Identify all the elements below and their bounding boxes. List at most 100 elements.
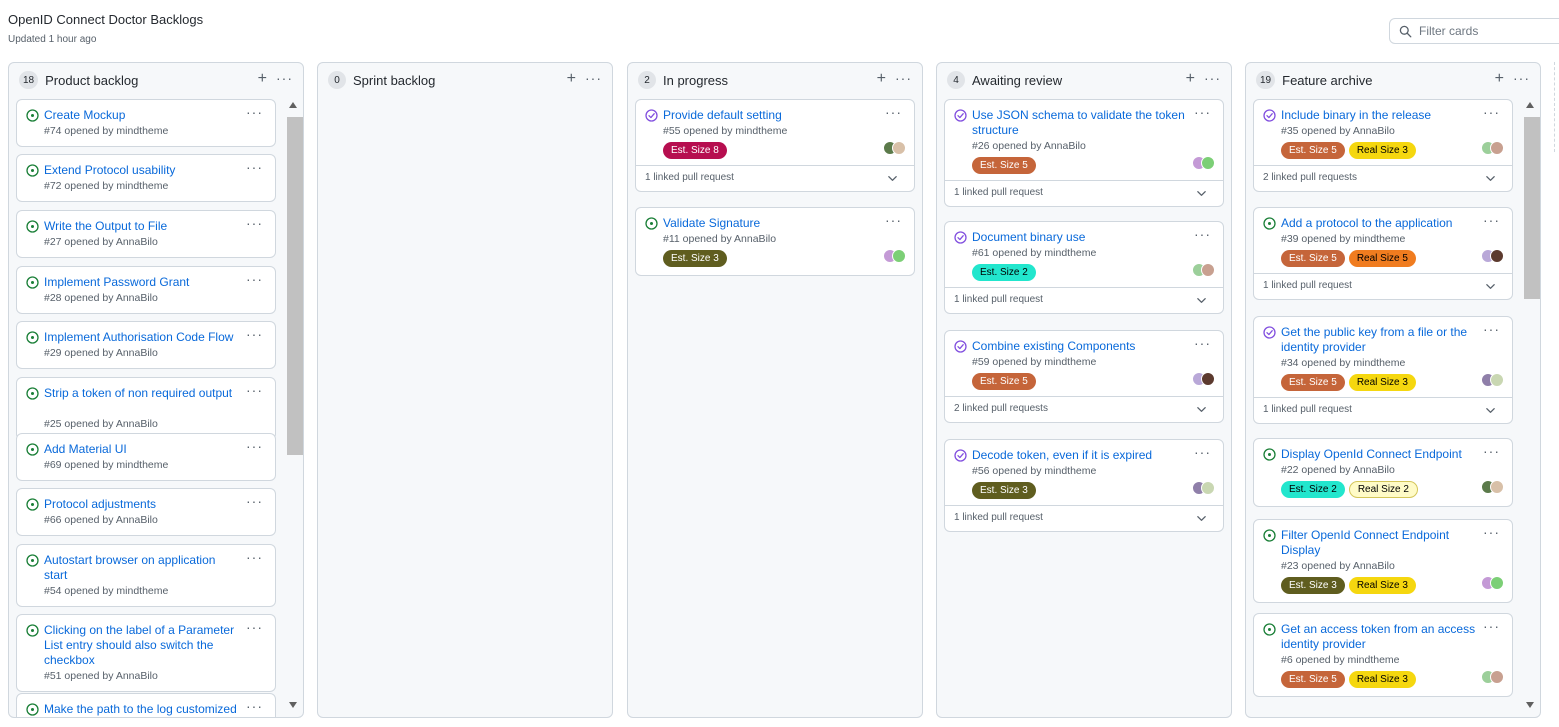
issue-title-link[interactable]: Provide default setting xyxy=(663,108,880,123)
issue-title-link[interactable]: Add Material UI xyxy=(44,442,241,457)
issue-title-link[interactable]: Decode token, even if it is expired xyxy=(972,448,1189,463)
card-menu-button[interactable]: ··· xyxy=(246,493,263,509)
card-menu-button[interactable]: ··· xyxy=(1194,226,1211,242)
issue-label[interactable]: Est. Size 3 xyxy=(663,250,727,267)
issue-label[interactable]: Est. Size 2 xyxy=(1281,481,1345,498)
issue-title-link[interactable]: Implement Password Grant xyxy=(44,275,241,290)
issue-card[interactable]: Display OpenId Connect Endpoint ··· #22 op… xyxy=(1253,438,1513,507)
add-card-button[interactable]: + xyxy=(1495,70,1504,88)
add-card-button[interactable]: + xyxy=(877,70,886,88)
assignee-avatars[interactable] xyxy=(1481,576,1504,590)
issue-title-link[interactable]: Get an access token from an access ident… xyxy=(1281,622,1478,652)
issue-title-link[interactable]: Protocol adjustments xyxy=(44,497,241,512)
issue-card[interactable]: Document binary use ··· #61 opened by mind… xyxy=(944,221,1224,314)
issue-title-link[interactable]: Clicking on the label of a Parameter Lis… xyxy=(44,623,241,668)
scroll-down-arrow-icon[interactable] xyxy=(288,701,298,709)
issue-card[interactable]: Write the Output to File ··· #27 opened by… xyxy=(16,210,276,258)
issue-label[interactable]: Est. Size 5 xyxy=(972,373,1036,390)
issue-title-link[interactable]: Get the public key from a file or the id… xyxy=(1281,325,1478,355)
issue-label[interactable]: Est. Size 5 xyxy=(1281,250,1345,267)
issue-card[interactable]: Implement Password Grant ··· #28 opened by… xyxy=(16,266,276,314)
card-menu-button[interactable]: ··· xyxy=(885,104,902,120)
card-menu-button[interactable]: ··· xyxy=(246,549,263,565)
add-card-button[interactable]: + xyxy=(567,70,576,88)
issue-card[interactable]: Combine existing Components ··· #59 opened… xyxy=(944,330,1224,423)
issue-title-link[interactable]: Validate Signature xyxy=(663,216,880,231)
issue-title-link[interactable]: Autostart browser on application start xyxy=(44,553,241,583)
issue-label[interactable]: Real Size 3 xyxy=(1348,142,1416,159)
assignee-avatars[interactable] xyxy=(1192,481,1215,495)
card-menu-button[interactable]: ··· xyxy=(1483,212,1500,228)
linked-pull-requests[interactable]: 1 linked pull request xyxy=(954,187,1043,198)
linked-pull-requests[interactable]: 1 linked pull request xyxy=(1263,280,1352,291)
card-menu-button[interactable]: ··· xyxy=(1483,104,1500,120)
issue-title-link[interactable]: Strip a token of non required output xyxy=(44,386,241,401)
column-menu-button[interactable]: ··· xyxy=(895,70,912,86)
issue-card[interactable]: Protocol adjustments ··· #66 opened by Ann… xyxy=(16,488,276,536)
card-menu-button[interactable]: ··· xyxy=(1483,618,1500,634)
scrollbar-thumb[interactable] xyxy=(287,117,303,455)
issue-card[interactable]: Decode token, even if it is expired ··· #5… xyxy=(944,439,1224,532)
chevron-down-icon[interactable] xyxy=(1196,404,1207,415)
card-menu-button[interactable]: ··· xyxy=(885,212,902,228)
issue-card[interactable]: Extend Protocol usability ··· #72 opened b… xyxy=(16,154,276,202)
issue-title-link[interactable]: Use JSON schema to validate the token st… xyxy=(972,108,1189,138)
issue-card[interactable]: Use JSON schema to validate the token st… xyxy=(944,99,1224,207)
issue-label[interactable]: Est. Size 5 xyxy=(1281,671,1345,688)
issue-card[interactable]: Filter OpenId Connect Endpoint Display ··… xyxy=(1253,519,1513,603)
issue-card[interactable]: Add Material UI ··· #69 opened by mindthem… xyxy=(16,433,276,481)
card-menu-button[interactable]: ··· xyxy=(246,619,263,635)
issue-card[interactable]: Add a protocol to the application ··· #39 … xyxy=(1253,207,1513,300)
issue-label[interactable]: Real Size 3 xyxy=(1348,671,1416,688)
assignee-avatars[interactable] xyxy=(1192,263,1215,277)
card-menu-button[interactable]: ··· xyxy=(246,215,263,231)
issue-card[interactable]: Validate Signature ··· #11 opened by AnnaB… xyxy=(635,207,915,276)
assignee-avatars[interactable] xyxy=(1481,373,1504,387)
issue-title-link[interactable]: Create Mockup xyxy=(44,108,241,123)
issue-label[interactable]: Est. Size 3 xyxy=(1281,577,1345,594)
issue-title-link[interactable]: Write the Output to File xyxy=(44,219,241,234)
card-menu-button[interactable]: ··· xyxy=(1483,524,1500,540)
issue-card[interactable]: Strip a token of non required output ··· #… xyxy=(16,377,276,440)
column-menu-button[interactable]: ··· xyxy=(1513,70,1530,86)
linked-pull-requests[interactable]: 1 linked pull request xyxy=(645,172,734,183)
issue-card[interactable]: Get an access token from an access ident… xyxy=(1253,613,1513,697)
assignee-avatars[interactable] xyxy=(1192,372,1215,386)
issue-title-link[interactable]: Implement Authorisation Code Flow xyxy=(44,330,241,345)
assignee-avatars[interactable] xyxy=(1481,249,1504,263)
chevron-down-icon[interactable] xyxy=(1196,188,1207,199)
issue-title-link[interactable]: Make the path to the log customized xyxy=(44,702,241,717)
add-card-button[interactable]: + xyxy=(258,70,267,88)
card-menu-button[interactable]: ··· xyxy=(1483,321,1500,337)
chevron-down-icon[interactable] xyxy=(887,173,898,184)
scroll-up-arrow-icon[interactable] xyxy=(288,101,298,109)
issue-title-link[interactable]: Filter OpenId Connect Endpoint Display xyxy=(1281,528,1478,558)
assignee-avatars[interactable] xyxy=(883,249,906,263)
issue-label[interactable]: Real Size 3 xyxy=(1348,577,1416,594)
issue-label[interactable]: Est. Size 3 xyxy=(972,482,1036,499)
issue-title-link[interactable]: Display OpenId Connect Endpoint xyxy=(1281,447,1478,462)
card-menu-button[interactable]: ··· xyxy=(1194,335,1211,351)
scroll-down-arrow-icon[interactable] xyxy=(1525,701,1535,709)
card-menu-button[interactable]: ··· xyxy=(1483,443,1500,459)
linked-pull-requests[interactable]: 1 linked pull request xyxy=(954,294,1043,305)
issue-card[interactable]: Include binary in the release ··· #35 open… xyxy=(1253,99,1513,192)
issue-label[interactable]: Est. Size 2 xyxy=(972,264,1036,281)
linked-pull-requests[interactable]: 2 linked pull requests xyxy=(1263,172,1357,183)
issue-card[interactable]: Implement Authorisation Code Flow ··· #29 … xyxy=(16,321,276,369)
card-menu-button[interactable]: ··· xyxy=(246,326,263,342)
card-menu-button[interactable]: ··· xyxy=(1194,104,1211,120)
card-menu-button[interactable]: ··· xyxy=(246,271,263,287)
column-scrollbar[interactable] xyxy=(1522,97,1540,715)
issue-title-link[interactable]: Add a protocol to the application xyxy=(1281,216,1478,231)
issue-card[interactable]: Autostart browser on application start ··… xyxy=(16,544,276,607)
linked-pull-requests[interactable]: 1 linked pull request xyxy=(954,512,1043,523)
card-menu-button[interactable]: ··· xyxy=(246,159,263,175)
scroll-up-arrow-icon[interactable] xyxy=(1525,101,1535,109)
linked-pull-requests[interactable]: 1 linked pull request xyxy=(1263,404,1352,415)
assignee-avatars[interactable] xyxy=(1481,480,1504,494)
scrollbar-thumb[interactable] xyxy=(1524,117,1540,299)
issue-label[interactable]: Est. Size 5 xyxy=(1281,142,1345,159)
chevron-down-icon[interactable] xyxy=(1485,173,1496,184)
column-scrollbar[interactable] xyxy=(285,97,303,715)
